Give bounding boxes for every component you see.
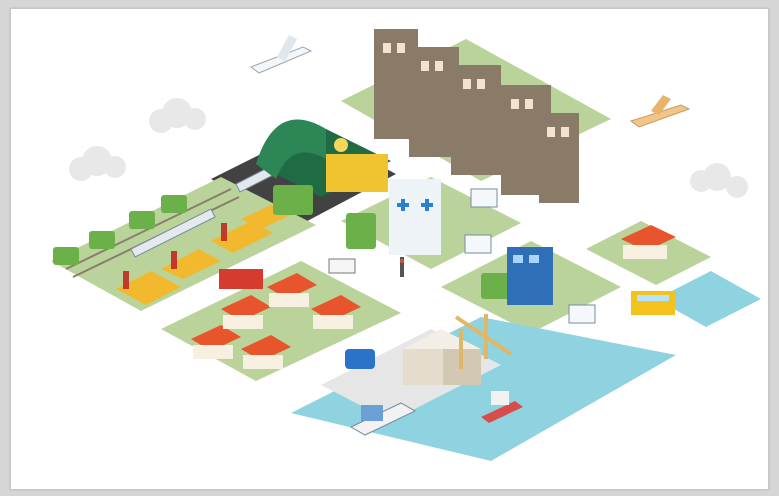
car-icon [345, 349, 375, 369]
propeller-plane-icon [629, 95, 691, 128]
image-frame [0, 0, 779, 496]
bus-icon [631, 291, 675, 315]
clock-icon [334, 138, 348, 152]
traffic-light-icon [400, 257, 404, 277]
hospital-icon [389, 179, 441, 255]
illustration-canvas [10, 8, 769, 490]
airplane-icon [249, 35, 313, 74]
isometric-city-illustration [51, 29, 761, 461]
office-building-icon [507, 247, 553, 305]
